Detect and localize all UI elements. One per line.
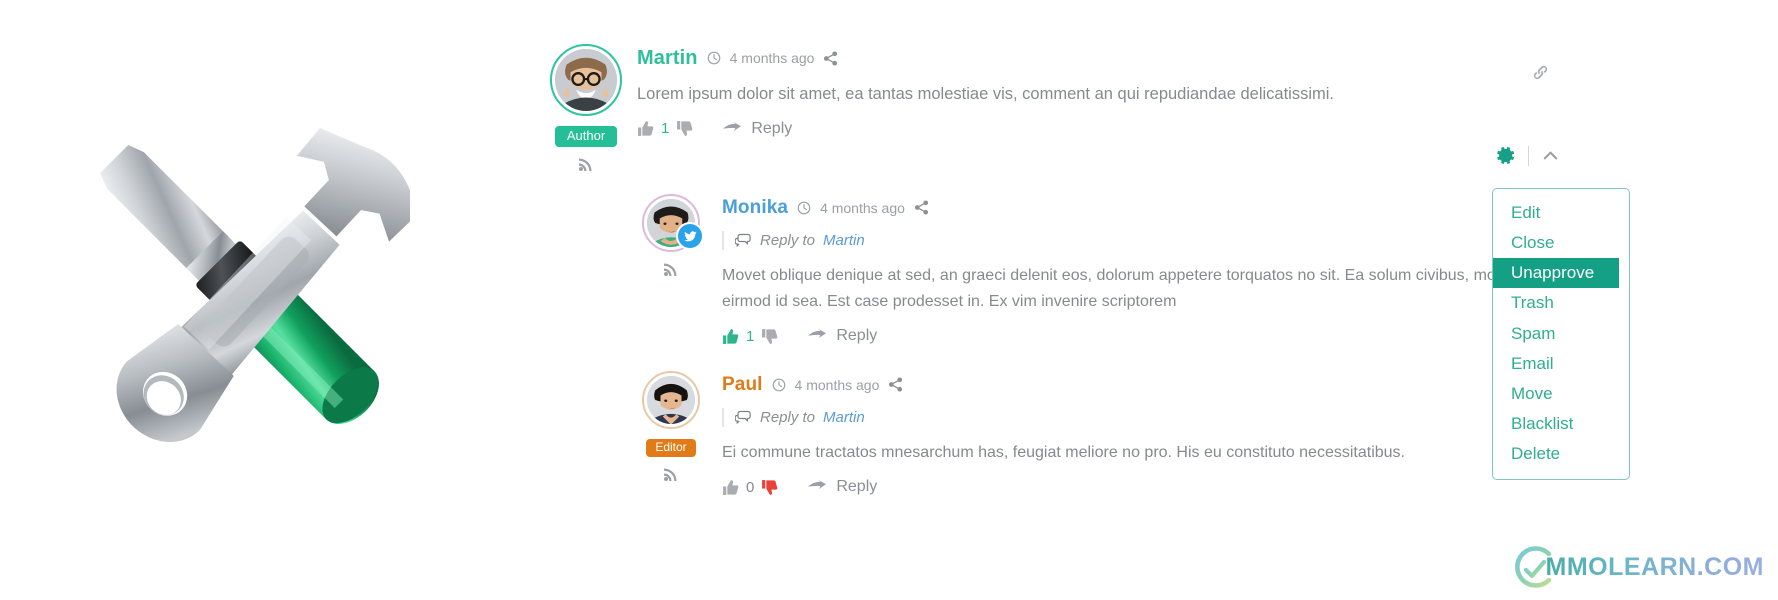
comment-actions: 1 Reply bbox=[637, 120, 1665, 138]
menu-item-trash[interactable]: Trash bbox=[1493, 288, 1629, 318]
role-badge-author: Author bbox=[554, 126, 618, 148]
clock-icon bbox=[707, 51, 721, 65]
controls-divider bbox=[1528, 145, 1529, 166]
reply-arrow-icon bbox=[808, 480, 827, 494]
reply-label: Reply bbox=[751, 119, 793, 137]
comment-timestamp: 4 months ago bbox=[820, 199, 905, 216]
thumbs-up-icon[interactable] bbox=[722, 479, 739, 496]
speech-bubble-icon bbox=[735, 233, 752, 248]
watermark: MMOLEARN.COM bbox=[1512, 544, 1764, 590]
twitter-icon[interactable] bbox=[676, 222, 704, 251]
wrench-and-screwdriver-illustration bbox=[70, 85, 410, 485]
reply-arrow-icon bbox=[723, 121, 742, 136]
menu-item-blacklist[interactable]: Blacklist bbox=[1493, 409, 1629, 439]
reply-to-prefix: Reply to bbox=[760, 232, 816, 250]
comment-text: Ei commune tractatos mnesarchum has, feu… bbox=[722, 444, 1405, 462]
link-icon bbox=[1531, 63, 1550, 82]
thumbs-down-icon[interactable] bbox=[676, 120, 693, 137]
gear-icon[interactable] bbox=[1495, 145, 1516, 166]
avatar[interactable] bbox=[642, 371, 700, 430]
avatar-column bbox=[630, 190, 712, 277]
reply-arrow-icon bbox=[808, 329, 827, 343]
avatar-wrapper bbox=[550, 44, 622, 116]
avatar-photo-martin bbox=[555, 49, 617, 111]
avatar-wrapper bbox=[642, 371, 700, 430]
author-name-paul[interactable]: Paul bbox=[722, 375, 763, 394]
reply-label: Reply bbox=[836, 327, 878, 345]
speech-bubble-icon bbox=[735, 410, 752, 425]
thumbs-down-icon[interactable] bbox=[761, 328, 778, 345]
chevron-up-icon[interactable] bbox=[1541, 146, 1560, 165]
reply-to-target[interactable]: Martin bbox=[823, 232, 865, 249]
reply-to-prefix: Reply to bbox=[760, 409, 816, 427]
share-icon[interactable] bbox=[823, 50, 838, 66]
reply-button[interactable]: Reply bbox=[723, 120, 792, 138]
thumbs-up-icon[interactable] bbox=[722, 328, 739, 345]
comment-body: Martin 4 months ago Lorem ipsum dolor si… bbox=[627, 40, 1665, 138]
thumbs-up-icon[interactable] bbox=[637, 120, 654, 137]
rss-icon[interactable] bbox=[578, 156, 594, 172]
avatar-wrapper bbox=[642, 194, 704, 253]
author-name-martin[interactable]: Martin bbox=[637, 48, 698, 68]
vote-group: 1 bbox=[637, 120, 693, 137]
avatar[interactable] bbox=[550, 44, 622, 116]
share-icon[interactable] bbox=[888, 377, 903, 392]
vote-group: 0 bbox=[722, 479, 778, 496]
menu-item-unapprove[interactable]: Unapprove bbox=[1493, 258, 1619, 289]
menu-item-spam[interactable]: Spam bbox=[1493, 319, 1629, 349]
moderation-dropdown-menu[interactable]: Edit Close Unapprove Trash Spam Email Mo… bbox=[1492, 188, 1630, 481]
reply-label: Reply bbox=[836, 478, 878, 496]
rss-icon[interactable] bbox=[663, 261, 679, 277]
moderation-controls bbox=[1495, 145, 1560, 166]
permalink-button[interactable] bbox=[1531, 63, 1550, 82]
clock-icon bbox=[797, 201, 811, 215]
reply-button[interactable]: Reply bbox=[808, 327, 877, 345]
vote-count: 0 bbox=[746, 478, 755, 496]
menu-item-close[interactable]: Close bbox=[1493, 228, 1629, 258]
clock-icon bbox=[772, 378, 786, 392]
role-badge-editor: Editor bbox=[646, 439, 696, 458]
avatar-column: Editor bbox=[630, 367, 712, 482]
reply-button[interactable]: Reply bbox=[808, 478, 877, 496]
author-name-monika[interactable]: Monika bbox=[722, 198, 788, 217]
comment-text: Lorem ipsum dolor sit amet, ea tantas mo… bbox=[637, 85, 1334, 103]
watermark-text: MMOLEARN.COM bbox=[1545, 552, 1764, 581]
comment-timestamp: 4 months ago bbox=[794, 376, 880, 393]
comment-actions: 0 Reply bbox=[722, 478, 1665, 496]
avatar-photo-paul bbox=[647, 376, 695, 425]
thumbs-down-icon[interactable] bbox=[761, 479, 778, 496]
menu-item-email[interactable]: Email bbox=[1493, 349, 1629, 379]
vote-count: 1 bbox=[661, 120, 670, 138]
share-icon[interactable] bbox=[914, 200, 929, 215]
rss-icon[interactable] bbox=[663, 466, 679, 482]
vote-group: 1 bbox=[722, 328, 778, 345]
avatar-column: Author bbox=[545, 40, 627, 172]
menu-item-delete[interactable]: Delete bbox=[1493, 439, 1629, 469]
reply-to-target[interactable]: Martin bbox=[823, 409, 865, 426]
menu-item-move[interactable]: Move bbox=[1493, 379, 1629, 409]
comment-timestamp: 4 months ago bbox=[729, 50, 815, 66]
menu-item-edit[interactable]: Edit bbox=[1493, 198, 1629, 228]
vote-count: 1 bbox=[746, 327, 755, 345]
comment-meta: Martin 4 months ago bbox=[637, 48, 1665, 68]
comment-text: Movet oblique denique at sed, an graeci … bbox=[722, 267, 1561, 311]
